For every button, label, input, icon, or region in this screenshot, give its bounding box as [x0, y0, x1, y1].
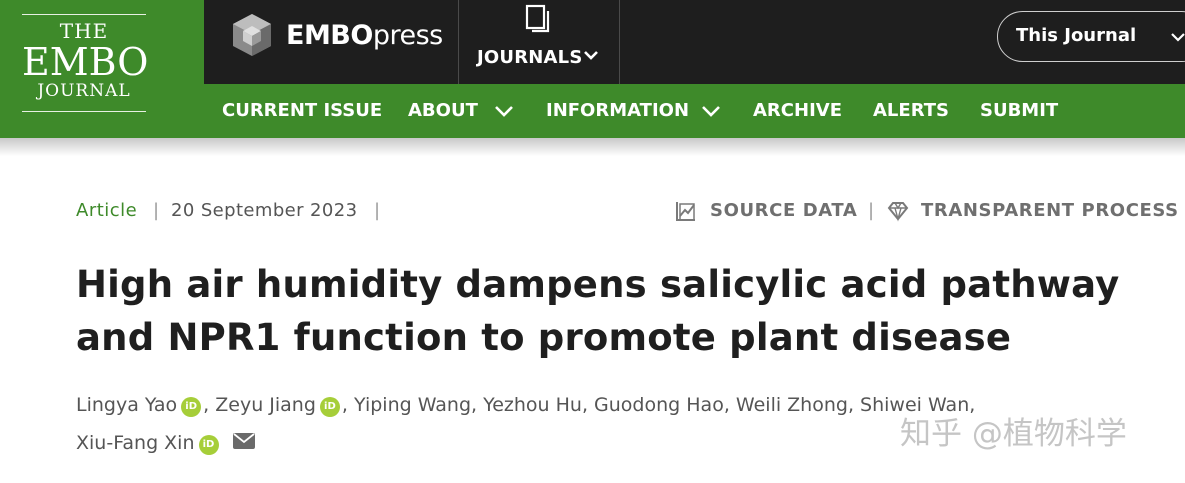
embopress-logo[interactable]: EMBOpress	[230, 12, 443, 58]
journals-menu-button[interactable]: JOURNALS	[459, 0, 619, 84]
author-name[interactable]: Shiwei Wan	[860, 394, 969, 416]
embopress-wordmark: EMBOpress	[286, 20, 443, 51]
author-name[interactable]: Zeyu Jiang	[215, 394, 316, 416]
nav-submit[interactable]: SUBMIT	[980, 84, 1058, 138]
publication-date: 20 September 2023	[171, 200, 358, 221]
chevron-down-icon	[584, 51, 598, 60]
journals-label: JOURNALS	[477, 47, 583, 68]
search-scope-select[interactable]: This Journal	[997, 11, 1185, 62]
nav-alerts[interactable]: ALERTS	[873, 84, 949, 138]
chevron-down-icon[interactable]	[701, 101, 721, 121]
author-name[interactable]: Yezhou Hu	[483, 394, 582, 416]
main-nav: CURRENT ISSUE ABOUT INFORMATION ARCHIVE …	[204, 84, 1185, 138]
meta-separator: |	[153, 200, 160, 221]
nav-information[interactable]: INFORMATION	[546, 84, 689, 138]
search-scope-value: This Journal	[1016, 25, 1137, 46]
logo-line-the: THE	[59, 19, 109, 43]
embopress-name-bold: EMBO	[286, 19, 373, 51]
meta-separator: |	[374, 200, 381, 221]
author-name[interactable]: Guodong Hao	[594, 394, 724, 416]
diamond-icon[interactable]	[887, 200, 909, 222]
topbar-divider	[619, 0, 620, 84]
nav-about[interactable]: ABOUT	[408, 84, 478, 138]
nav-archive[interactable]: ARCHIVE	[753, 84, 842, 138]
top-bar: EMBOpress JOURNALS This Journal	[204, 0, 1185, 84]
nav-current-issue[interactable]: CURRENT ISSUE	[222, 84, 382, 138]
header-shadow	[0, 138, 1185, 156]
transparent-process-link[interactable]: TRANSPARENT PROCESS	[921, 199, 1179, 223]
chevron-down-icon[interactable]	[494, 101, 514, 121]
watermark: 知乎 @植物科学	[900, 416, 1127, 452]
author-name[interactable]: Lingya Yao	[76, 394, 177, 416]
journal-logo-frame: THE EMBO JOURNAL	[22, 14, 149, 112]
journals-stack-icon	[525, 4, 550, 33]
embopress-cube-icon	[233, 14, 271, 56]
author-name[interactable]: Xiu-Fang Xin	[76, 432, 195, 454]
embopress-name-light: press	[372, 19, 443, 51]
orcid-icon[interactable]: iD	[198, 435, 219, 455]
orcid-icon[interactable]: iD	[181, 397, 202, 417]
chart-icon[interactable]	[675, 200, 697, 222]
journal-logo[interactable]: THE EMBO JOURNAL	[0, 0, 204, 138]
article-title: High air humidity dampens salicylic acid…	[76, 263, 1120, 359]
article-type: Article	[76, 200, 138, 221]
logo-line-embo: EMBO	[22, 40, 149, 84]
orcid-icon[interactable]: iD	[319, 397, 340, 417]
mail-icon[interactable]	[232, 433, 255, 449]
logo-line-journal: JOURNAL	[37, 81, 131, 101]
author-name[interactable]: Yiping Wang	[354, 394, 471, 416]
chevron-down-icon	[1171, 33, 1185, 42]
author-name[interactable]: Weili Zhong	[736, 394, 848, 416]
meta-separator: |	[868, 200, 875, 221]
source-data-link[interactable]: SOURCE DATA	[710, 199, 857, 223]
